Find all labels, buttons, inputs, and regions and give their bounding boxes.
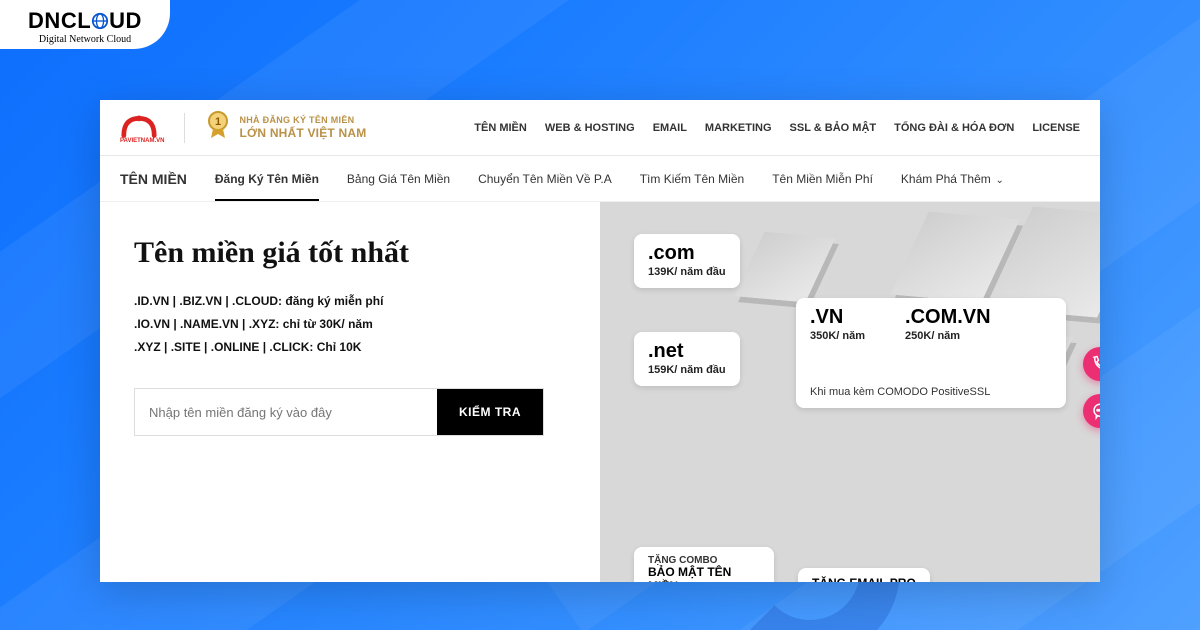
hero-title: Tên miền giá tốt nhất [134,236,570,270]
domain-search-input[interactable] [135,389,437,435]
tld-label: .com [648,242,726,265]
chevron-down-icon: ⌄ [993,175,1004,186]
dncloud-title: DNCLUD [20,8,150,36]
price-label: 250K/ năm [905,330,991,342]
subnav-item-pricing[interactable]: Bảng Giá Tên Miền [347,172,450,200]
hero-line: .XYZ | .SITE | .ONLINE | .CLICK: Chỉ 10K [134,336,570,359]
search-button[interactable]: KIỂM TRA [437,389,543,435]
topnav: TÊN MIỀN WEB & HOSTING EMAIL MARKETING S… [474,122,1080,134]
tld-label: .COM.VN [905,306,991,329]
price-note: Khi mua kèm COMODO PositiveSSL [810,386,1052,398]
medal-icon: 1 [205,110,231,145]
hero-line: .ID.VN | .BIZ.VN | .CLOUD: đăng ký miễn … [134,290,570,313]
price-label: 139K/ năm đầu [648,266,726,278]
svg-text:1: 1 [215,116,221,128]
globe-icon [91,10,109,36]
slogan-small: NHÀ ĐĂNG KÝ TÊN MIỀN [239,115,366,126]
subnav-item-transfer[interactable]: Chuyển Tên Miền Về P.A [478,172,612,200]
search-bar: KIỂM TRA [134,388,544,436]
topnav-item[interactable]: TỔNG ĐÀI & HÓA ĐƠN [894,122,1014,134]
divider [184,113,185,143]
tld-label: .VN [810,306,865,329]
topbar: PAVIETNAM.VN 1 NHÀ ĐĂNG KÝ TÊN MIỀN LỚN … [100,100,1100,156]
promo-card-combo[interactable]: TẶNG COMBO BẢO MẬT TÊN MIỀN [634,547,774,582]
tld-label: .net [648,340,726,363]
site-card: PAVIETNAM.VN 1 NHÀ ĐĂNG KÝ TÊN MIỀN LỚN … [100,100,1100,582]
topnav-item[interactable]: MARKETING [705,122,772,134]
price-card-vn[interactable]: .VN 350K/ năm .COM.VN 250K/ năm Khi mua … [796,298,1066,408]
subnav-item-search[interactable]: Tìm Kiếm Tên Miền [640,172,744,200]
topnav-item[interactable]: LICENSE [1032,122,1080,134]
topnav-item[interactable]: EMAIL [653,122,687,134]
subnav-item-register[interactable]: Đăng Ký Tên Miền [215,172,319,200]
topnav-item[interactable]: TÊN MIỀN [474,122,527,134]
subnav: TÊN MIỀN Đăng Ký Tên Miền Bảng Giá Tên M… [100,156,1100,202]
subnav-heading: TÊN MIỀN [120,171,187,187]
promo-line: TẶNG EMAIL PRO [812,576,916,582]
hero-line: .IO.VN | .NAME.VN | .XYZ: chỉ từ 30K/ nă… [134,313,570,336]
hero-left: Tên miền giá tốt nhất .ID.VN | .BIZ.VN |… [100,202,600,582]
promo-line: BẢO MẬT TÊN MIỀN [648,566,760,582]
hero-right: .com 139K/ năm đầu .net 159K/ năm đầu .V… [600,202,1100,582]
price-label: 350K/ năm [810,330,865,342]
dncloud-subtitle: Digital Network Cloud [20,34,150,45]
promo-card-email[interactable]: TẶNG EMAIL PRO [798,568,930,582]
price-card-com[interactable]: .com 139K/ năm đầu [634,234,740,288]
topnav-item[interactable]: SSL & BẢO MẬT [790,122,877,134]
price-label: 159K/ năm đầu [648,364,726,376]
pa-logo-icon [120,112,158,140]
price-card-net[interactable]: .net 159K/ năm đầu [634,332,740,386]
dncloud-badge: DNCLUD Digital Network Cloud [0,0,170,49]
subnav-item-free[interactable]: Tên Miền Miễn Phí [772,172,873,200]
logo-area[interactable]: PAVIETNAM.VN 1 NHÀ ĐĂNG KÝ TÊN MIỀN LỚN … [120,110,366,145]
fab-phone-icon[interactable] [1083,347,1100,381]
topnav-item[interactable]: WEB & HOSTING [545,122,635,134]
subnav-item-more[interactable]: Khám Phá Thêm ⌄ [901,172,1004,200]
slogan-big: LỚN NHẤT VIỆT NAM [239,126,366,140]
fab-chat-icon[interactable] [1083,394,1100,428]
cube-decoration [735,232,836,303]
